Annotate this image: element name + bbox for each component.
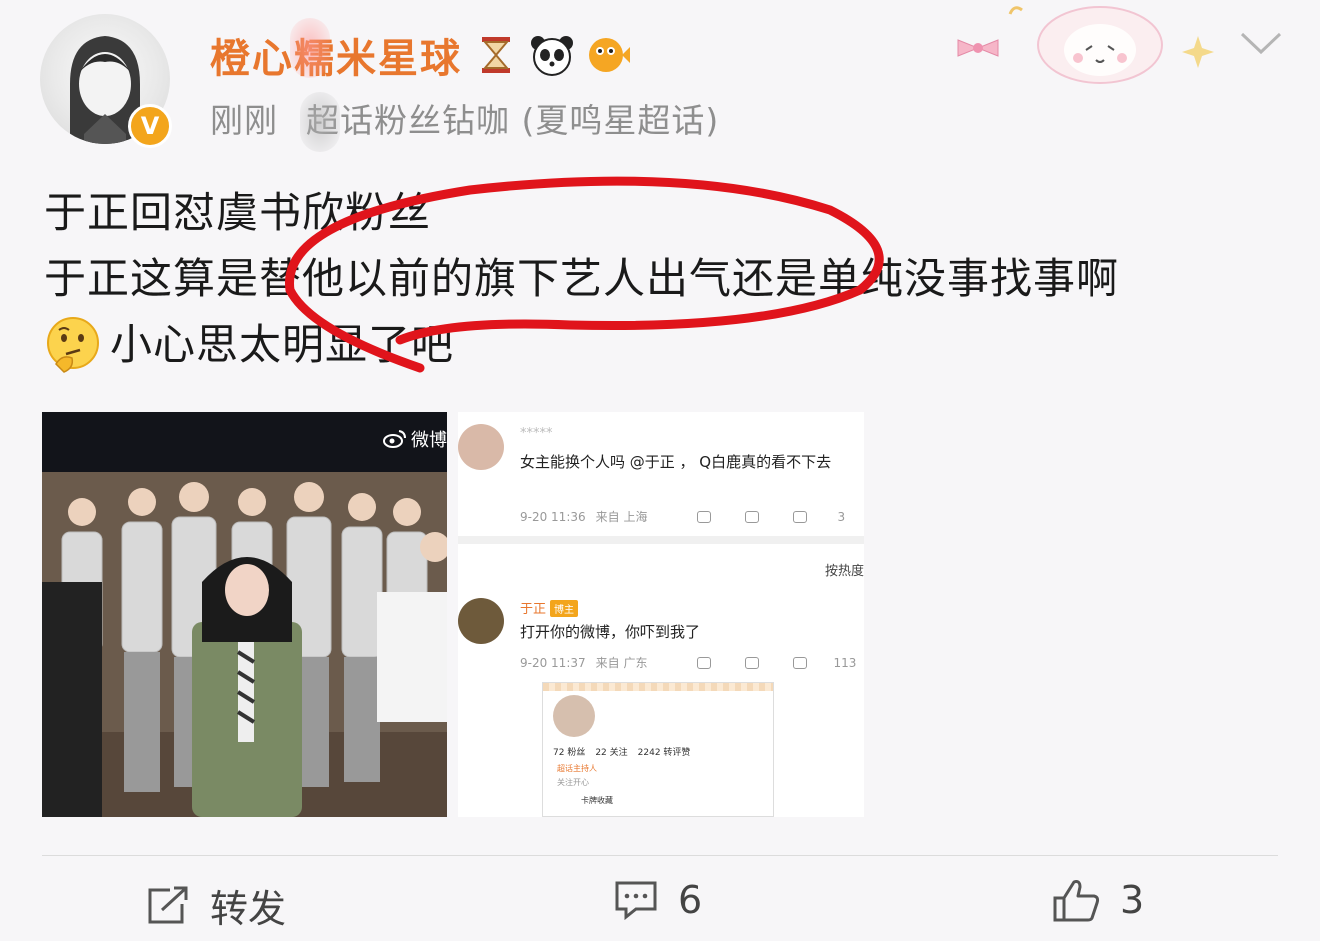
profile-card-banner [543, 683, 773, 691]
post-text-line: 于正这算是替他以前的旗下艺人出气还是单纯没事找事啊 [44, 254, 1120, 303]
profile-card: 72 粉丝 22 关注 2242 转评赞 超话主持人 关注开心 卡牌收藏 [542, 682, 774, 817]
name-row: 橙心糯米星球 [210, 26, 630, 84]
commenter-name-row: 于正 博主 [520, 598, 579, 617]
post-source[interactable]: 超话粉丝钻咖 (夏鸣星超话) [306, 101, 719, 140]
comment-meta: 9-20 11:36 来自 上海 3 [520, 508, 845, 525]
panda-icon [531, 36, 573, 76]
weibo-watermark: 微博 [383, 426, 447, 452]
profile-fans: 72 粉丝 [553, 748, 586, 758]
video-thumbnail[interactable]: 微博 [42, 412, 447, 817]
post-meta: 刚刚 超话粉丝钻咖 (夏鸣星超话) [210, 94, 719, 142]
chevron-down-icon[interactable] [1238, 26, 1284, 60]
hourglass-icon [482, 37, 510, 73]
comment-time: 9-20 11:36 [520, 509, 586, 524]
comment-bubble-icon [615, 881, 657, 920]
profile-avatar [553, 695, 595, 737]
profile-stats: 72 粉丝 22 关注 2242 转评赞 [553, 745, 690, 758]
username-blur-mark [290, 18, 330, 78]
comment-count: 6 [678, 878, 703, 922]
like-button[interactable]: 3 [1052, 878, 1144, 922]
profile-likes: 2242 转评赞 [637, 748, 691, 758]
blogger-tag: 博主 [550, 600, 579, 617]
weibo-watermark-text: 微博 [411, 430, 447, 451]
comment-like-count: 3 [837, 509, 846, 524]
post-text-line-3: 小心思太明显了吧 [44, 312, 1119, 378]
commenter-avatar [458, 424, 504, 470]
post-text-line: 小心思太明显了吧 [110, 320, 455, 369]
share-icon [745, 510, 760, 523]
username[interactable]: 橙心糯米星球 [210, 26, 462, 84]
comment-text: 女主能换个人吗 @于正 ， Q白鹿真的看不下去 [520, 453, 832, 471]
comment-icon [793, 510, 808, 523]
sheep-sticker-decoration [957, 6, 1214, 84]
thumbs-up-icon [1053, 880, 1100, 922]
post-text-line: 于正回怼虞书欣粉丝 [44, 188, 432, 237]
like-count: 3 [1120, 878, 1145, 922]
comment-meta: 9-20 11:37 来自 广东 113 [520, 654, 856, 671]
share-icon [745, 656, 760, 669]
footer-divider [42, 855, 1278, 856]
comment-like-count: 113 [833, 655, 857, 670]
repost-label: 转发 [210, 887, 287, 931]
pufferfish-icon [589, 38, 630, 72]
thinking-face-icon [47, 317, 99, 373]
commenter-name: 于正 [520, 602, 547, 617]
post-text: 于正回怼虞书欣粉丝 于正这算是替他以前的旗下艺人出气还是单纯没事找事啊 小心思太… [44, 180, 1119, 378]
profile-follows: 22 关注 [595, 748, 628, 758]
divider [458, 536, 864, 544]
comment-icon [793, 656, 808, 669]
verified-badge: V [128, 104, 172, 148]
yuzheng-avatar [458, 598, 504, 644]
comment-time: 9-20 11:37 [520, 655, 586, 670]
comment-screenshot-image[interactable]: ***** 女主能换个人吗 @于正 ， Q白鹿真的看不下去 9-20 11:36… [458, 412, 864, 817]
weibo-logo-icon [383, 430, 406, 448]
profile-line: 关注开心 [557, 778, 589, 787]
sad-icon [697, 656, 712, 669]
comment-location: 来自 广东 [595, 656, 648, 670]
profile-line: 超话主持人 [557, 764, 597, 773]
repost-button[interactable]: 转发 [146, 878, 286, 933]
comment-text: 打开你的微博，你吓到我了 [520, 623, 701, 641]
source-blur-mark [300, 92, 340, 152]
profile-line: 卡牌收藏 [581, 796, 613, 805]
smile-icon [697, 510, 712, 523]
commenter-name: ***** [520, 426, 553, 441]
repost-icon [148, 886, 188, 923]
post-timestamp: 刚刚 [210, 101, 278, 140]
comment-button[interactable]: 6 [614, 878, 702, 922]
sort-hot-label: 按热度 [824, 564, 864, 579]
comment-location: 来自 上海 [595, 510, 648, 524]
